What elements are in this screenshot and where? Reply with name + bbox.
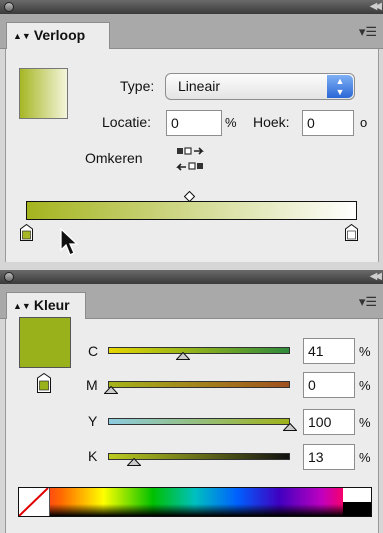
color-tab-strip: ▲▼ Kleur ▾☰ — [0, 284, 383, 319]
black-white-swatch[interactable] — [343, 488, 371, 516]
collapse-panel-icon[interactable]: ◀◀ — [370, 0, 383, 14]
close-panel-button[interactable] — [4, 2, 14, 12]
location-label: Locatie: — [102, 114, 152, 130]
channel-c-label: C — [88, 343, 99, 359]
angle-unit: o — [360, 115, 368, 130]
fill-color-swatch[interactable] — [19, 317, 71, 368]
reverse-gradient-icon[interactable] — [175, 146, 205, 176]
channel-y-label: Y — [88, 413, 98, 429]
location-unit: % — [225, 115, 237, 130]
slider-k-thumb[interactable] — [126, 453, 142, 466]
tab-arrows-icon: ▲▼ — [13, 31, 31, 41]
channel-y-unit: % — [359, 415, 371, 430]
fill-stroke-indicator-icon[interactable] — [37, 372, 51, 393]
gradient-midpoint-diamond[interactable] — [183, 189, 196, 203]
tab-color-label: Kleur — [33, 297, 70, 313]
type-select[interactable]: Lineair ▲ ▼ — [165, 73, 355, 100]
tab-color[interactable]: ▲▼ Kleur — [6, 292, 86, 319]
channel-k-input[interactable]: 13 — [303, 444, 355, 470]
channel-k-label: K — [88, 448, 98, 464]
mouse-pointer-icon — [60, 227, 82, 258]
channel-m-label: M — [86, 377, 98, 393]
collapse-color-panel-icon[interactable]: ◀◀ — [370, 270, 383, 284]
tab-gradient[interactable]: ▲▼ Verloop — [6, 22, 110, 49]
channel-m-input[interactable]: 0 — [303, 372, 355, 398]
gradient-slider-bar[interactable] — [26, 201, 357, 220]
channel-y-input[interactable]: 100 — [303, 409, 355, 435]
slider-c-track[interactable] — [108, 347, 290, 354]
spectrum-shade — [19, 504, 371, 516]
color-panel-titlebar[interactable]: ◀◀ — [0, 270, 383, 284]
panel-menu-icon[interactable]: ▾☰ — [359, 24, 377, 40]
gradient-panel-titlebar[interactable]: ◀◀ — [0, 0, 383, 14]
color-panel-menu-icon[interactable]: ▾☰ — [359, 294, 377, 310]
slider-y-thumb[interactable] — [282, 418, 298, 431]
gradient-tab-strip: ▲▼ Verloop ▾☰ — [0, 14, 383, 49]
channel-c-unit: % — [359, 344, 371, 359]
slider-m-thumb[interactable] — [103, 381, 119, 394]
color-spectrum-bar[interactable] — [18, 487, 372, 517]
slider-y-track[interactable] — [108, 418, 290, 425]
tab-gradient-label: Verloop — [33, 27, 86, 43]
channel-m-unit: % — [359, 378, 371, 393]
none-color-swatch[interactable] — [19, 488, 50, 516]
reverse-label: Omkeren — [85, 150, 143, 166]
type-label: Type: — [120, 78, 155, 94]
select-arrows-icon: ▲ ▼ — [327, 75, 353, 98]
location-input[interactable]: 0 — [166, 110, 222, 136]
gradient-preview-swatch[interactable] — [19, 68, 68, 119]
type-select-value: Lineair — [178, 78, 221, 94]
close-color-panel-button[interactable] — [4, 272, 14, 282]
channel-c-input[interactable]: 41 — [303, 338, 355, 364]
slider-m-track[interactable] — [108, 381, 290, 388]
angle-input[interactable]: 0 — [302, 110, 354, 136]
gradient-stop-start[interactable] — [20, 223, 33, 241]
tab-arrows-icon: ▲▼ — [13, 301, 31, 311]
channel-k-unit: % — [359, 450, 371, 465]
angle-label: Hoek: — [253, 114, 290, 130]
slider-c-thumb[interactable] — [175, 347, 191, 360]
gradient-stop-end[interactable] — [345, 223, 358, 241]
